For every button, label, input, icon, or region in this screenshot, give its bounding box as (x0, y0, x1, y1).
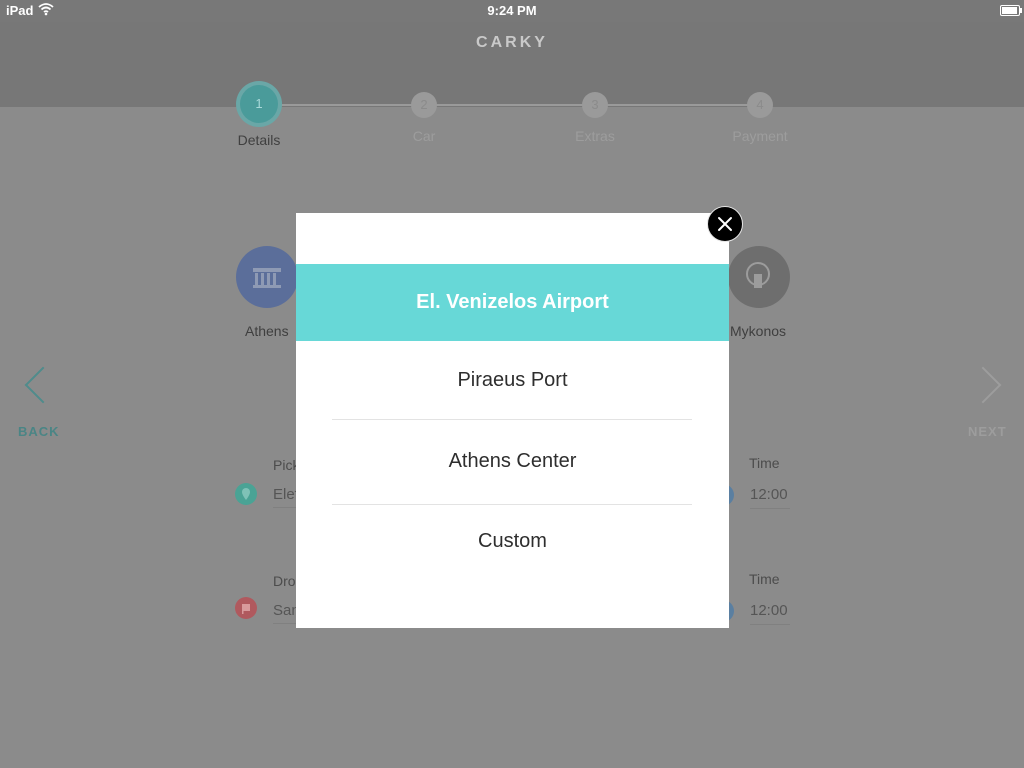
option-piraeus-port[interactable]: Piraeus Port (296, 349, 729, 411)
step-number: 4 (747, 92, 773, 118)
option-custom[interactable]: Custom (296, 510, 729, 572)
step-label: Extras (575, 128, 615, 144)
close-modal-button[interactable] (707, 206, 743, 242)
step-extras[interactable]: 3 Extras (535, 92, 655, 144)
step-details[interactable]: 1 Details (199, 85, 319, 148)
mykonos-location-button[interactable] (728, 246, 790, 308)
pickup-pin-icon (235, 483, 257, 505)
close-icon (718, 217, 732, 231)
step-number: 2 (411, 92, 437, 118)
option-divider (332, 419, 692, 420)
dropoff-label: Dro (273, 573, 296, 589)
step-label: Payment (732, 128, 788, 144)
dropoff-field-underline (273, 623, 296, 624)
pickup-field-underline (273, 507, 296, 508)
step-payment[interactable]: 4 Payment (700, 92, 820, 144)
step-progress-line (262, 104, 762, 106)
status-time: 9:24 PM (487, 3, 537, 18)
status-bar: iPad 9:24 PM (0, 0, 1024, 22)
mykonos-label: Mykonos (730, 323, 787, 339)
windmill-icon (746, 262, 770, 288)
step-number: 1 (240, 85, 278, 123)
pickup-time-field[interactable]: 12:00 (750, 486, 788, 503)
athens-location-button[interactable] (236, 246, 298, 308)
option-el-venizelos-airport[interactable]: El. Venizelos Airport (296, 264, 729, 341)
dropoff-time-field[interactable]: 12:00 (750, 602, 788, 619)
option-divider (332, 504, 692, 505)
option-athens-center[interactable]: Athens Center (296, 430, 729, 492)
brand-logo: CARKY (476, 34, 548, 51)
back-button[interactable]: BACK (18, 424, 60, 439)
dropoff-time-label: Time (749, 571, 780, 587)
location-picker-modal: El. Venizelos Airport Piraeus Port Athen… (296, 213, 729, 628)
step-label: Details (237, 132, 281, 148)
step-label: Car (412, 128, 436, 144)
dropoff-flag-icon (235, 597, 257, 619)
battery-icon (1000, 5, 1022, 16)
step-number: 3 (582, 92, 608, 118)
athens-label: Athens (245, 323, 289, 339)
pickup-time-label: Time (749, 455, 780, 471)
pickup-location-field[interactable]: Elef (273, 486, 299, 503)
step-car[interactable]: 2 Car (364, 92, 484, 144)
dropoff-time-underline (750, 624, 790, 625)
temple-icon (253, 268, 281, 288)
next-button[interactable]: NEXT (968, 424, 1007, 439)
pickup-time-underline (750, 508, 790, 509)
app-header: CARKY (0, 22, 1024, 107)
